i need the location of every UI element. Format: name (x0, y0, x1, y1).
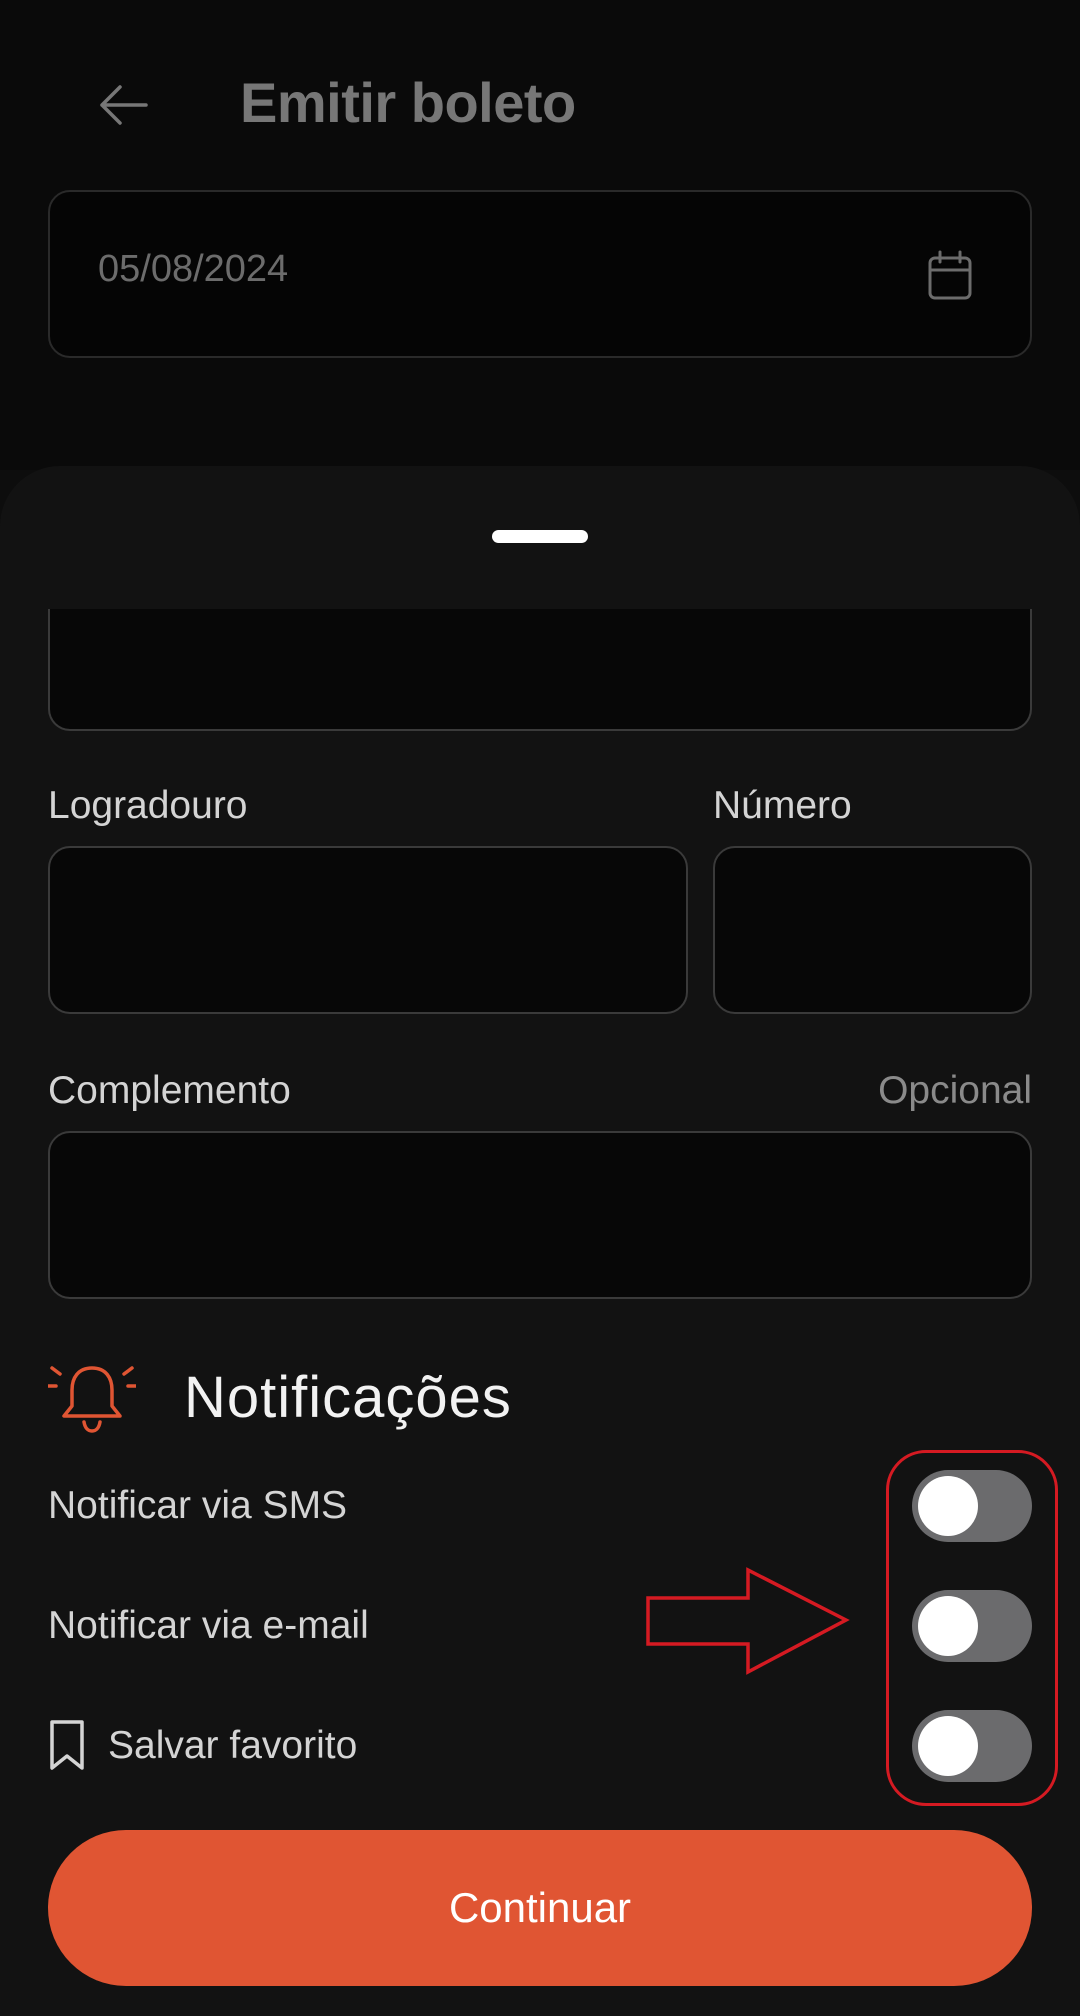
logradouro-label: Logradouro (48, 784, 248, 827)
toggle-knob (918, 1596, 978, 1656)
sms-toggle[interactable] (912, 1470, 1032, 1542)
toggle-label-favorite: Salvar favorito (108, 1724, 358, 1767)
sheet-drag-handle[interactable] (492, 530, 588, 543)
numero-label: Número (713, 784, 852, 827)
calendar-icon[interactable] (926, 250, 974, 302)
complemento-label: Complemento (48, 1069, 291, 1112)
previous-input-field[interactable] (48, 609, 1032, 731)
continue-button-label: Continuar (448, 1884, 632, 1931)
toggle-knob (918, 1716, 978, 1776)
back-button[interactable] (88, 70, 158, 140)
complemento-input[interactable] (48, 1131, 1032, 1299)
continue-button[interactable]: Continuar (48, 1830, 1032, 1986)
bell-icon (48, 1366, 136, 1433)
notifications-title: Notificações (184, 1365, 512, 1430)
screen: Emitir boleto 05/08/2024 Logradouro Núme… (0, 0, 1080, 2016)
logradouro-input[interactable] (48, 846, 688, 1014)
numero-input[interactable] (713, 846, 1032, 1014)
optional-hint: Opcional (878, 1069, 1032, 1112)
toggle-label-email: Notificar via e-mail (48, 1604, 369, 1647)
bookmark-icon (50, 1720, 84, 1770)
due-date-value: 05/08/2024 (98, 248, 289, 290)
background-page: Emitir boleto 05/08/2024 (0, 0, 1080, 470)
page-title: Emitir boleto (240, 71, 576, 134)
toggle-knob (918, 1476, 978, 1536)
toggle-row-sms: Notificar via SMS (48, 1466, 1032, 1546)
notifications-header: Notificações (48, 1346, 1032, 1456)
arrow-left-icon (100, 85, 148, 125)
toggle-row-favorite: Salvar favorito (48, 1706, 1032, 1786)
toggle-row-email: Notificar via e-mail (48, 1586, 1032, 1666)
due-date-field[interactable]: 05/08/2024 (48, 190, 1032, 358)
toggle-label-sms: Notificar via SMS (48, 1484, 348, 1527)
email-toggle[interactable] (912, 1590, 1032, 1662)
favorite-toggle[interactable] (912, 1710, 1032, 1782)
